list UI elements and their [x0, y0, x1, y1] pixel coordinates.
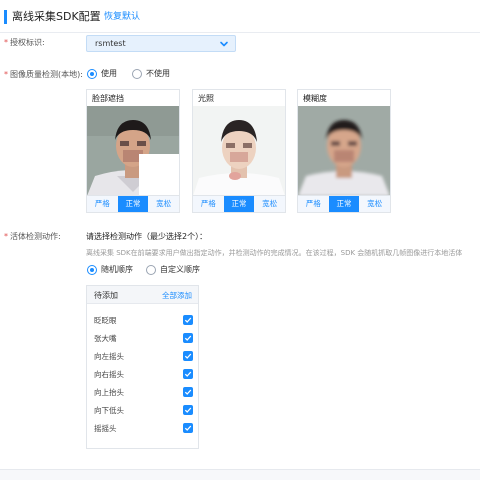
radio-checked-icon: [87, 265, 97, 275]
liveness-subtitle: 请选择检测动作（最少选择2个）：: [86, 232, 208, 241]
restore-default-link[interactable]: 恢复默认: [104, 11, 140, 24]
list-header-label: 待添加: [94, 291, 118, 300]
quality-radio-not-use[interactable]: 不使用: [132, 68, 182, 82]
title-accent-bar: [4, 10, 7, 24]
liveness-description: 离线采集 SDK在前端要求用户做出指定动作，并检测动作的完成情况。在该过程，SD…: [86, 249, 463, 257]
required-star: *: [4, 38, 8, 47]
list-item[interactable]: 向下低头: [87, 402, 198, 420]
checkbox-checked-icon[interactable]: [183, 315, 193, 325]
checkbox-checked-icon[interactable]: [183, 333, 193, 343]
loose-button[interactable]: 宽松: [254, 196, 285, 212]
strict-button[interactable]: 严格: [87, 196, 118, 212]
strict-button[interactable]: 严格: [193, 196, 224, 212]
checkbox-checked-icon[interactable]: [183, 405, 193, 415]
chevron-down-icon: [220, 41, 228, 47]
occlusion-level-toggle: 严格 正常 宽松: [87, 195, 179, 212]
checkbox-checked-icon[interactable]: [183, 351, 193, 361]
list-item[interactable]: 向上抬头: [87, 384, 198, 402]
list-item[interactable]: 摇摇头: [87, 420, 198, 438]
blur-sample-photo: [298, 106, 390, 196]
list-item-label: 向左摇头: [94, 352, 124, 361]
loose-button[interactable]: 宽松: [148, 196, 179, 212]
header-divider: [0, 32, 480, 33]
auth-label: 授权标识:: [10, 38, 45, 47]
list-item[interactable]: 向左摇头: [87, 348, 198, 366]
list-item[interactable]: 向右摇头: [87, 366, 198, 384]
auth-select-value: rsmtest: [95, 39, 126, 48]
radio-checked-icon: [87, 69, 97, 79]
quality-label: 图像质量检测(本地):: [10, 70, 83, 79]
list-item-label: 张大嘴: [94, 334, 117, 343]
normal-button[interactable]: 正常: [328, 196, 360, 212]
strict-button[interactable]: 严格: [298, 196, 329, 212]
card-title: 脸部遮挡: [92, 94, 124, 103]
list-item-label: 眨眨眼: [94, 316, 117, 325]
occlusion-sample-photo: [87, 106, 179, 196]
card-title: 模糊度: [303, 94, 327, 103]
radio-label: 使用: [101, 69, 117, 78]
lighting-card: 光照 严格 正常 宽松: [192, 89, 286, 213]
blur-level-toggle: 严格 正常 宽松: [298, 195, 390, 212]
quality-label-row: * 图像质量检测(本地):: [4, 69, 83, 81]
checkbox-checked-icon[interactable]: [183, 423, 193, 433]
page-header: 离线采集SDK配置 恢复默认: [0, 0, 480, 34]
order-radio-custom[interactable]: 自定义顺序: [146, 264, 208, 278]
required-star: *: [4, 232, 8, 241]
lighting-level-toggle: 严格 正常 宽松: [193, 195, 285, 212]
radio-label: 随机顺序: [101, 265, 133, 274]
checkbox-checked-icon[interactable]: [183, 369, 193, 379]
occlusion-card: 脸部遮挡 严格 正常 宽松: [86, 89, 180, 213]
action-list: 待添加 全部添加 眨眨眼 张大嘴 向左摇头 向右摇头 向上抬头 向下低头 摇摇头: [86, 285, 199, 449]
loose-button[interactable]: 宽松: [359, 196, 390, 212]
quality-radio-use[interactable]: 使用: [87, 68, 127, 82]
normal-button[interactable]: 正常: [223, 196, 255, 212]
auth-label-row: * 授权标识:: [4, 37, 45, 49]
liveness-label-row: * 活体检测动作:: [4, 231, 61, 243]
auth-select[interactable]: rsmtest: [86, 35, 236, 52]
list-item[interactable]: 眨眨眼: [87, 312, 198, 330]
order-radio-random[interactable]: 随机顺序: [87, 264, 145, 278]
page-title: 离线采集SDK配置: [12, 10, 101, 23]
list-item[interactable]: 张大嘴: [87, 330, 198, 348]
list-item-label: 向上抬头: [94, 388, 124, 397]
list-item-label: 向下低头: [94, 406, 124, 415]
radio-unchecked-icon: [132, 69, 142, 79]
panel-bottom-divider: [0, 469, 480, 470]
card-title: 光照: [198, 94, 214, 103]
checkbox-checked-icon[interactable]: [183, 387, 193, 397]
add-all-link[interactable]: 全部添加: [162, 290, 192, 301]
liveness-label: 活体检测动作:: [10, 232, 61, 241]
config-panel: 离线采集SDK配置 恢复默认 * 授权标识: rsmtest * 图像质量检测(本地…: [0, 0, 480, 470]
radio-label: 自定义顺序: [160, 265, 200, 274]
radio-unchecked-icon: [146, 265, 156, 275]
list-item-label: 向右摇头: [94, 370, 124, 379]
lighting-sample-photo: [193, 106, 285, 196]
normal-button[interactable]: 正常: [117, 196, 149, 212]
required-star: *: [4, 70, 8, 79]
blur-card: 模糊度 严格 正常 宽松: [297, 89, 391, 213]
radio-label: 不使用: [146, 69, 170, 78]
list-item-label: 摇摇头: [94, 424, 117, 433]
action-list-header: 待添加 全部添加: [87, 286, 198, 304]
